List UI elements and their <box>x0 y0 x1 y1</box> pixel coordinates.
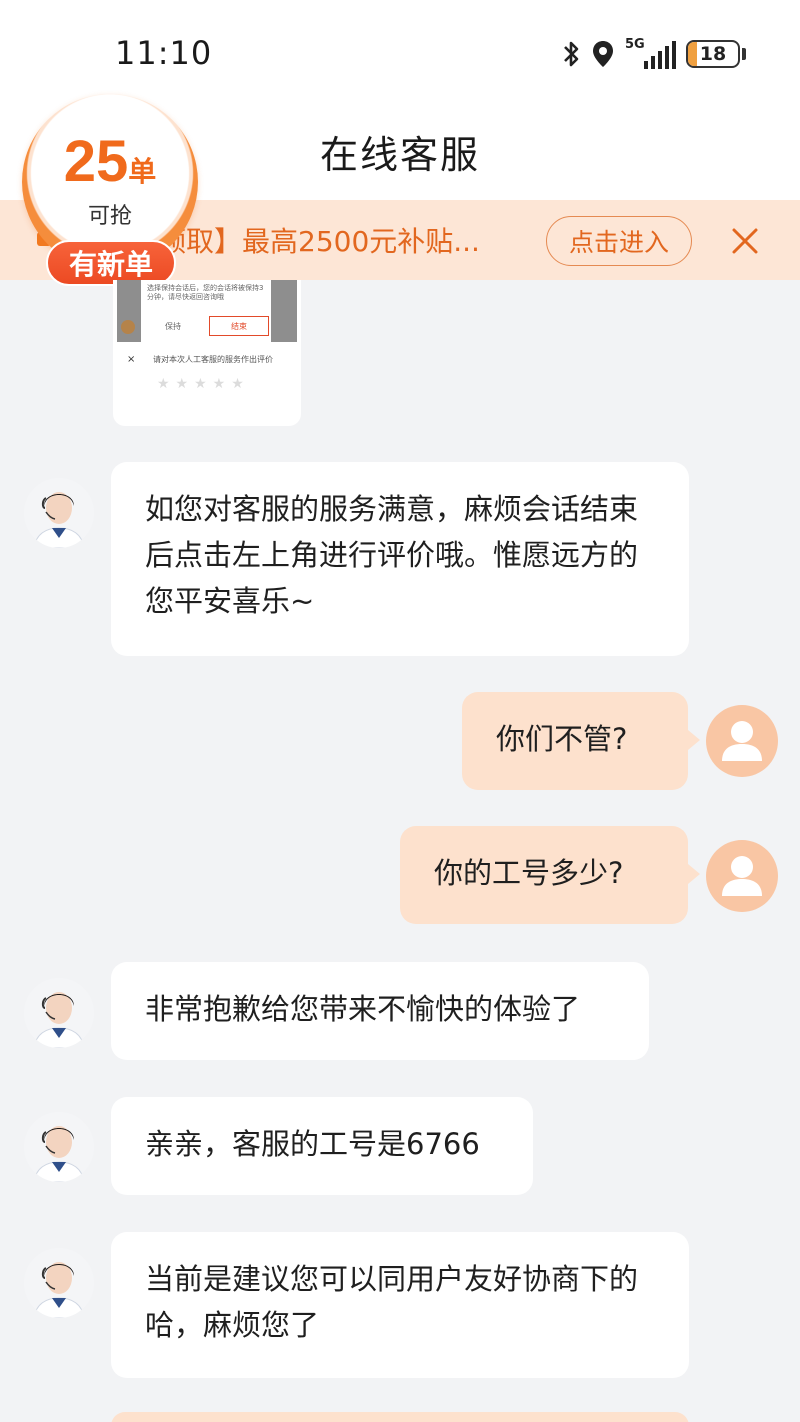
agent-avatar[interactable] <box>24 978 94 1048</box>
order-count-number: 25 <box>63 129 129 194</box>
thumbnail-mascot-icon <box>121 320 135 334</box>
battery-cap <box>742 48 746 60</box>
order-count: 25单 <box>48 132 172 192</box>
user-message: 你们不管? <box>462 692 700 790</box>
status-time: 11:10 <box>115 34 213 72</box>
agent-message: 如您对客服的服务满意，麻烦会话结束后点击左上角进行评价哦。惟愿远方的您平安喜乐~ <box>111 462 689 656</box>
thumbnail-end-button: 结束 <box>209 316 269 336</box>
agent-avatar[interactable] <box>24 1112 94 1182</box>
order-count-unit: 单 <box>128 155 157 188</box>
thumbnail-dialog-text: 选择保持会话后，您的会话将被保持3分钟，请尽快返回咨询哦 <box>147 284 264 301</box>
agent-avatar-icon <box>24 1248 94 1318</box>
agent-avatar-icon <box>24 978 94 1048</box>
thumbnail-rate-prompt: 请对本次人工客服的服务作出评价 <box>153 355 273 364</box>
agent-message: 当前是建议您可以同用户友好协商下的哈，麻烦您了 <box>111 1232 689 1378</box>
agent-avatar-icon <box>24 1112 94 1182</box>
user-message-partial <box>111 1412 689 1422</box>
bluetooth-icon <box>564 41 579 67</box>
user-avatar-icon <box>722 721 762 761</box>
user-avatar[interactable] <box>706 840 778 912</box>
battery-level: 18 <box>699 43 727 65</box>
status-icons: 5G 18 <box>561 36 746 72</box>
thumbnail-dialog: 选择保持会话后，您的会话将被保持3分钟，请尽快返回咨询哦 保持 结束 <box>141 280 271 342</box>
agent-avatar[interactable] <box>24 1248 94 1318</box>
agent-avatar-icon <box>24 478 94 548</box>
battery-icon: 18 <box>686 40 740 68</box>
thumbnail-star-icons: ★★★★★ <box>157 376 250 392</box>
order-grab-label: 可抢 <box>87 204 132 229</box>
user-message: 你的工号多少? <box>400 826 700 924</box>
thumbnail-keep-button: 保持 <box>165 321 181 331</box>
close-icon[interactable] <box>728 222 762 258</box>
location-icon <box>593 41 613 67</box>
thumbnail-close-icon: × <box>127 354 136 365</box>
network-type: 5G <box>625 37 645 52</box>
agent-avatar[interactable] <box>24 478 94 548</box>
agent-message: 非常抱歉给您带来不愉快的体验了 <box>111 962 649 1060</box>
enter-button[interactable]: 点击进入 <box>546 216 692 266</box>
agent-message: 亲亲，客服的工号是6766 <box>111 1097 533 1195</box>
user-avatar-icon <box>722 856 762 896</box>
signal-icon: 5G <box>625 37 676 69</box>
image-message[interactable]: 选择保持会话后，您的会话将被保持3分钟，请尽快返回咨询哦 保持 结束 × 请对本… <box>113 280 301 426</box>
banner-text: 领取】最高2500元补贴... <box>158 225 480 258</box>
user-avatar[interactable] <box>706 705 778 777</box>
